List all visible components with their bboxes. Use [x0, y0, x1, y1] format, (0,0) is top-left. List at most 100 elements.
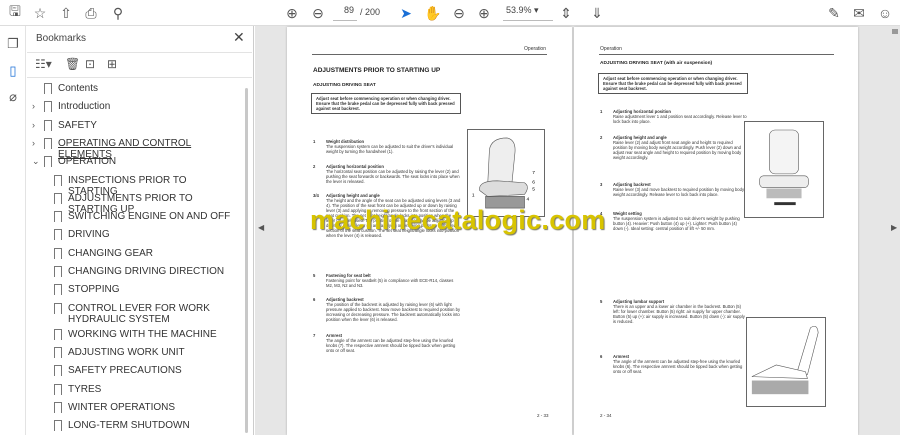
- delete-icon[interactable]: 🗑: [65, 57, 80, 71]
- item-body: The angle of the armrest can be adjusted…: [326, 338, 456, 353]
- zoom-select[interactable]: 53.9% ▾: [503, 5, 553, 21]
- add-bookmark-icon[interactable]: ⊞: [107, 57, 117, 71]
- item-number: 6: [600, 354, 603, 359]
- attachment-icon[interactable]: ⌀: [5, 89, 21, 105]
- bookmark-flag-icon: [54, 365, 62, 377]
- item-number: 2: [600, 135, 603, 140]
- chevron-right-icon[interactable]: ›: [32, 120, 35, 131]
- bookmark-flag-icon: [54, 346, 62, 358]
- bookmark-flag-icon: [44, 83, 52, 94]
- svg-text:4: 4: [526, 196, 529, 202]
- section-title: ADJUSTING DRIVING SEAT: [313, 83, 376, 88]
- bookmark-tools: ☷▾ 🗑 ⊡ ⊞: [27, 52, 252, 78]
- star-icon[interactable]: ☆: [31, 4, 49, 22]
- section-title: ADJUSTING DRIVING SEAT (with air suspens…: [600, 61, 713, 66]
- item-body: The suspension system is adjusted to sui…: [613, 216, 740, 231]
- item-body: Raise adjustment lever 1 and position se…: [613, 114, 747, 124]
- zoom-out-icon[interactable]: ⊖: [450, 4, 468, 22]
- chevron-right-icon[interactable]: ›: [32, 101, 35, 112]
- notice-box: Adjust seat before commencing operation …: [598, 73, 748, 94]
- bookmark-flag-icon: [44, 156, 52, 168]
- save-icon[interactable]: 🖫: [6, 3, 24, 22]
- item-number: 1: [600, 109, 603, 114]
- item-number: 3: [600, 182, 603, 187]
- bookmark-icon[interactable]: ▯: [5, 63, 21, 79]
- bookmark-label: STOPPING: [68, 284, 120, 296]
- note: Ensure that the brake pedal can be depre…: [603, 81, 742, 91]
- bookmark-label: DRIVING: [68, 229, 110, 241]
- bookmark-label: SAFETY PRECAUTIONS: [68, 365, 182, 377]
- page-header: Operation: [600, 46, 622, 52]
- page-number: 2 - 34: [600, 413, 612, 418]
- account-icon[interactable]: ☺: [876, 4, 894, 22]
- bookmarks-scrollbar[interactable]: [245, 88, 248, 433]
- svg-text:6: 6: [532, 180, 535, 186]
- zoom-value: 53.9%: [506, 5, 532, 15]
- air-seat-figure-front: [744, 121, 824, 218]
- print-icon[interactable]: ⎙: [82, 4, 100, 22]
- bookmark-flag-icon: [44, 119, 52, 131]
- left-rail: ❐ ▯ ⌀: [0, 26, 26, 435]
- page-fit-icon[interactable]: ⇕: [557, 4, 575, 22]
- chevron-down-icon[interactable]: ⌄: [32, 156, 40, 167]
- select-cursor-icon[interactable]: ➤: [397, 4, 415, 22]
- page-header: Operation: [524, 46, 546, 52]
- new-bookmark-icon[interactable]: ⊡: [85, 57, 95, 71]
- chevron-right-icon[interactable]: ›: [32, 138, 35, 149]
- header-rule: [312, 54, 547, 55]
- svg-text:7: 7: [532, 170, 535, 176]
- scroll-mode-icon[interactable]: ⇓: [588, 4, 606, 22]
- item-body: There is an upper and a lower air chambe…: [613, 304, 745, 324]
- item-number: 5: [600, 299, 603, 304]
- note: Ensure that the brake pedal can be depre…: [316, 101, 455, 111]
- page-number-input[interactable]: 89: [333, 5, 357, 21]
- item-body: The horizontal seat position can be adju…: [326, 169, 460, 184]
- air-seat-figure-side: [746, 317, 826, 407]
- panel-title: Bookmarks: [36, 33, 87, 44]
- bookmark-flag-icon: [54, 383, 62, 395]
- svg-text:5: 5: [532, 187, 535, 193]
- document-scrollbar[interactable]: [890, 27, 899, 435]
- item-number: 6: [313, 297, 316, 302]
- upload-icon[interactable]: ⇧: [57, 4, 75, 22]
- bookmark-label: Introduction: [58, 101, 111, 113]
- bookmark-label: WORKING WITH THE MACHINE: [68, 328, 217, 340]
- hand-icon[interactable]: ✋: [424, 4, 442, 22]
- bookmark-flag-icon: [54, 284, 62, 296]
- page-right: Operation ADJUSTING DRIVING SEAT (with a…: [574, 27, 858, 435]
- bookmark-label: CHANGING DRIVING DIRECTION: [68, 266, 225, 277]
- item-number: 3/4: [313, 193, 319, 198]
- bookmark-flag-icon: [54, 401, 62, 413]
- item-number: 1: [313, 139, 316, 144]
- bookmark-label: ADJUSTING WORK UNIT: [68, 346, 185, 358]
- item-number: 7: [313, 333, 316, 338]
- bookmark-flag-icon: [44, 137, 52, 149]
- total-pages: / 200: [360, 7, 381, 17]
- watermark: machinecatalogic.com: [310, 205, 606, 235]
- bookmark-flag-icon: [54, 192, 62, 204]
- search-icon[interactable]: ⚲: [109, 4, 127, 22]
- item-number: 2: [313, 164, 316, 169]
- bookmark-label: Contents: [58, 83, 99, 94]
- item-body: The suspension system can be adjusted to…: [326, 144, 454, 154]
- page-title: ADJUSTMENTS PRIOR TO STARTING UP: [313, 67, 441, 74]
- collapse-panel-arrow[interactable]: ◀: [258, 223, 264, 232]
- pages-icon[interactable]: ❐: [5, 36, 21, 52]
- bookmarks-panel: Bookmarks ✕ ☷▾ 🗑 ⊡ ⊞ Contents › Introducti…: [27, 26, 254, 435]
- email-icon[interactable]: ✉: [850, 4, 868, 22]
- header-rule: [599, 54, 834, 55]
- bookmark-flag-icon: [54, 266, 62, 277]
- fill-sign-icon[interactable]: ✎: [825, 4, 843, 22]
- bookmark-flag-icon: [54, 328, 62, 340]
- page-down-icon[interactable]: ⊖: [309, 4, 327, 22]
- options-icon[interactable]: ☷▾: [35, 57, 52, 71]
- bookmark-flag-icon: [54, 302, 62, 314]
- close-icon[interactable]: ✕: [233, 29, 245, 46]
- page-up-icon[interactable]: ⊕: [283, 4, 301, 22]
- bookmark-label: OPERATION: [58, 156, 117, 168]
- notice-box: Adjust seat before commencing operation …: [311, 93, 461, 114]
- bookmark-flag-icon: [54, 247, 62, 259]
- bookmark-flag-icon: [54, 229, 62, 241]
- zoom-in-icon[interactable]: ⊕: [475, 4, 493, 22]
- scrollbar-thumb[interactable]: [892, 29, 898, 34]
